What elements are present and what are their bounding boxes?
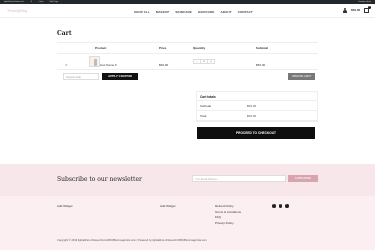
header-product: Product	[95, 46, 107, 50]
main-nav: SHOP ALL MAKEUP SKINCARE HAIRCARE ABOUT …	[134, 10, 253, 14]
totals-subtotal-label: Subtotal	[200, 103, 212, 108]
footer-widget-1: Add Widget	[57, 204, 73, 208]
cart-count-badge: 1	[367, 5, 372, 9]
header-cart-total[interactable]: $59.00	[351, 8, 360, 12]
shopping-bag-icon[interactable]: 1	[364, 5, 372, 13]
totals-subtotal-value: $59.00	[247, 103, 257, 108]
site-footer: Add Widget Add Widget Refund Policy Term…	[0, 196, 375, 250]
cart-table: Product Price Quantity Subtotal ⊗ Produc…	[57, 42, 318, 70]
page-title: Cart	[57, 30, 72, 37]
footer-links: Refund Policy Terms & Conditions FAQ Pri…	[215, 204, 241, 225]
nav-about[interactable]: ABOUT	[221, 10, 232, 14]
cart-totals: Cart totals Subtotal $59.00 Total $59.00	[196, 91, 318, 122]
footer-link-privacy-policy[interactable]: Privacy Policy	[215, 221, 241, 225]
header-quantity: Quantity	[193, 46, 206, 50]
social-links: f t i	[272, 204, 289, 208]
product-price: $59.00	[159, 62, 169, 67]
nav-shop-all[interactable]: SHOP ALL	[134, 10, 150, 14]
totals-total-row: Total $59.00	[197, 111, 317, 121]
nav-makeup[interactable]: MAKEUP	[156, 10, 170, 14]
facebook-icon[interactable]: f	[272, 204, 276, 208]
quantity-input[interactable]: 1	[200, 60, 208, 63]
header-icons: $59.00 1	[343, 5, 372, 13]
product-subtotal: $59.00	[256, 62, 266, 67]
instagram-icon[interactable]: i	[285, 204, 289, 208]
site-logo[interactable]: Trendyblog	[7, 9, 27, 13]
header-price: Price	[159, 46, 167, 50]
site-header: Trendyblog SHOP ALL MAKEUP SKINCARE HAIR…	[0, 4, 375, 18]
newsletter-email-input[interactable]: Your Email Address...	[192, 175, 286, 182]
table-row: ⊗ Product Name 6 $59.00 - 1 + $59.00	[57, 54, 318, 70]
footer-link-faq[interactable]: FAQ	[215, 215, 241, 219]
totals-subtotal-row: Subtotal $59.00	[197, 101, 317, 111]
nav-skincare[interactable]: SKINCARE	[175, 10, 191, 14]
update-cart-button[interactable]: UPDATE CART	[288, 72, 315, 80]
nav-contact[interactable]: CONTACT	[238, 10, 253, 14]
newsletter-title: Subscribe to our newsletter	[57, 176, 142, 183]
cart-actions: Coupon code APPLY COUPON UPDATE CART	[57, 72, 318, 80]
cart-totals-title: Cart totals	[197, 92, 317, 101]
footer-widget-2: Add Widget	[160, 204, 176, 208]
subscribe-button[interactable]: SUBSCRIBE	[288, 175, 318, 182]
proceed-to-checkout-button[interactable]: PROCEED TO CHECKOUT	[197, 127, 315, 139]
footer-link-terms[interactable]: Terms & Conditions	[215, 210, 241, 214]
totals-total-label: Total	[200, 113, 207, 118]
apply-coupon-button[interactable]: APPLY COUPON	[102, 72, 138, 80]
coupon-code-input[interactable]: Coupon code	[63, 72, 99, 80]
newsletter-section: Subscribe to our newsletter Your Email A…	[0, 164, 375, 196]
user-icon[interactable]	[343, 7, 347, 13]
header-subtotal: Subtotal	[256, 46, 268, 50]
twitter-icon[interactable]: t	[278, 204, 282, 208]
copyright-text: Copyright © 2019 lightalkhon-thirteenchr…	[57, 239, 207, 242]
quantity-plus-button[interactable]: +	[208, 60, 214, 63]
totals-total-value: $59.00	[247, 113, 257, 118]
nav-haircare[interactable]: HAIRCARE	[198, 10, 215, 14]
quantity-stepper: - 1 +	[193, 59, 215, 64]
footer-link-refund-policy[interactable]: Refund Policy	[215, 204, 241, 208]
product-thumbnail[interactable]	[89, 56, 100, 67]
